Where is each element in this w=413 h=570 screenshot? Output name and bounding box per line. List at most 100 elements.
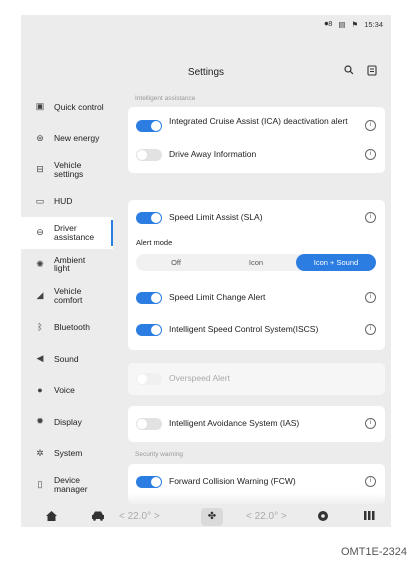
apps-icon[interactable] xyxy=(364,510,376,524)
document-icon[interactable] xyxy=(367,65,377,79)
speaker-icon: ◀ xyxy=(36,353,44,364)
card-overspeed: Overspeed Alert xyxy=(128,363,385,395)
info-icon[interactable]: i xyxy=(365,212,376,223)
sidebar-item-label: Bluetooth xyxy=(54,322,90,332)
speed-change-row: Speed Limit Change Alert i xyxy=(128,288,385,308)
sidebar-item-label: Device manager xyxy=(54,475,88,494)
sidebar: ▣ Quick control ⊛ New energy ⊟ Vehicle s… xyxy=(21,91,113,501)
info-icon[interactable]: i xyxy=(365,476,376,487)
sidebar-item-label: System xyxy=(54,448,83,458)
overspeed-row: Overspeed Alert xyxy=(128,369,385,389)
alert-mode-icon-sound[interactable]: Icon + Sound xyxy=(296,254,376,271)
info-icon[interactable]: i xyxy=(365,120,376,131)
info-icon[interactable]: i xyxy=(365,418,376,429)
signal-indicator: ⏺8 xyxy=(324,19,333,28)
sidebar-item-label: HUD xyxy=(54,196,73,206)
ambient-light-icon: ✺ xyxy=(36,258,44,269)
section-title-security-warning: Security warning xyxy=(135,451,184,458)
hud-icon: ▭ xyxy=(35,195,45,206)
scroll-fade xyxy=(128,493,385,507)
info-icon[interactable]: i xyxy=(365,149,376,160)
brightness-icon: ✹ xyxy=(36,416,44,427)
search-icon[interactable] xyxy=(344,65,354,78)
info-icon[interactable]: i xyxy=(365,324,376,335)
drive-away-row: Drive Away Information i xyxy=(128,145,385,165)
sla-toggle[interactable] xyxy=(136,212,162,224)
iscs-toggle[interactable] xyxy=(136,324,162,336)
sla-label: Speed Limit Assist (SLA) xyxy=(169,212,263,222)
left-temperature-control[interactable]: < 22.0° > xyxy=(119,511,160,522)
sidebar-item-vehicle-comfort[interactable]: ◢ Vehicle comfort xyxy=(21,280,113,312)
sidebar-item-label: Sound xyxy=(54,353,79,364)
sidebar-item-label: Display xyxy=(54,416,82,427)
header: Settings xyxy=(21,61,391,81)
sidebar-item-bluetooth[interactable]: ᛒ Bluetooth xyxy=(21,312,113,344)
ica-toggle[interactable] xyxy=(136,120,162,132)
ias-label: Intelligent Avoidance System (IAS) xyxy=(169,418,300,428)
sidebar-item-label: Vehicle settings xyxy=(54,160,84,179)
sidebar-item-device-manager[interactable]: ▯ Device manager xyxy=(21,469,113,501)
sidebar-item-vehicle-settings[interactable]: ⊟ Vehicle settings xyxy=(21,154,113,186)
card-sla: Speed Limit Assist (SLA) i Alert mode Of… xyxy=(128,200,385,350)
right-temperature-control[interactable]: < 22.0° > xyxy=(246,511,287,522)
device-icon: ▯ xyxy=(37,479,43,490)
alert-mode-icon[interactable]: Icon xyxy=(216,254,296,271)
section-title-intelligent-assistance: Intelligent assistance xyxy=(135,95,196,102)
fcw-row: Forward Collision Warning (FCW) i xyxy=(128,472,385,492)
gear-icon: ✲ xyxy=(36,447,44,458)
battery-icon: ▤ xyxy=(338,19,346,29)
overspeed-label: Overspeed Alert xyxy=(169,373,230,383)
quick-control-icon: ▣ xyxy=(35,101,45,112)
steering-wheel-icon: ⊖ xyxy=(36,227,44,238)
page-title: Settings xyxy=(187,67,225,78)
sidebar-item-label: Ambient light xyxy=(54,254,86,274)
iscs-row: Intelligent Speed Control System(ISCS) i xyxy=(128,320,385,340)
fan-icon[interactable]: ✤ xyxy=(201,508,223,526)
sidebar-item-driver-assistance[interactable]: ⊖ Driver assistance xyxy=(21,217,113,249)
sidebar-item-display[interactable]: ✹ Display xyxy=(21,406,113,438)
ias-toggle[interactable] xyxy=(136,418,162,430)
ica-row: Integrated Cruise Assist (ICA) deactivat… xyxy=(128,115,385,137)
sidebar-item-new-energy[interactable]: ⊛ New energy xyxy=(21,123,113,155)
sidebar-item-quick-control[interactable]: ▣ Quick control xyxy=(21,91,113,123)
iscs-label: Intelligent Speed Control System(ISCS) xyxy=(169,324,319,334)
sidebar-item-sound[interactable]: ◀ Sound xyxy=(21,343,113,375)
info-icon[interactable]: i xyxy=(365,292,376,303)
drive-away-label: Drive Away Information xyxy=(169,149,257,159)
fcw-toggle[interactable] xyxy=(136,476,162,488)
overspeed-toggle xyxy=(136,373,162,385)
home-icon[interactable] xyxy=(45,510,58,525)
speed-change-toggle[interactable] xyxy=(136,292,162,304)
sla-row: Speed Limit Assist (SLA) i xyxy=(128,208,385,228)
sidebar-item-label: Quick control xyxy=(54,101,104,112)
sidebar-item-label: Voice xyxy=(54,385,75,395)
status-bar: ⏺8 ▤ ⚑ 15:34 xyxy=(324,19,383,29)
sidebar-item-system[interactable]: ✲ System xyxy=(21,438,113,470)
settings-screen: ⏺8 ▤ ⚑ 15:34 Settings ▣ Quick control ⊛ … xyxy=(21,15,391,527)
card-ias: Intelligent Avoidance System (IAS) i xyxy=(128,406,385,442)
speed-change-label: Speed Limit Change Alert xyxy=(169,292,266,302)
sidebar-item-voice[interactable]: ● Voice xyxy=(21,375,113,407)
new-energy-icon: ⊛ xyxy=(36,132,44,143)
sidebar-item-label: Vehicle comfort xyxy=(54,286,83,305)
bottom-bar: < 22.0° > ✤ < 22.0° > xyxy=(21,507,391,527)
car-icon[interactable] xyxy=(91,510,105,524)
card-ica: Integrated Cruise Assist (ICA) deactivat… xyxy=(128,107,385,173)
car-icon: ⊟ xyxy=(36,164,44,175)
media-icon[interactable] xyxy=(317,510,329,525)
sidebar-item-hud[interactable]: ▭ HUD xyxy=(21,186,113,218)
drive-away-toggle[interactable] xyxy=(136,149,162,161)
sidebar-item-ambient-light[interactable]: ✺ Ambient light xyxy=(21,249,113,281)
alert-mode-selector: Off Icon Icon + Sound xyxy=(136,254,376,271)
seat-icon: ◢ xyxy=(36,290,44,301)
ica-label: Integrated Cruise Assist (ICA) deactivat… xyxy=(169,116,348,126)
sidebar-item-label: New energy xyxy=(54,133,100,143)
clock: 15:34 xyxy=(364,19,383,29)
alert-mode-label: Alert mode xyxy=(136,238,173,247)
bluetooth-icon: ᛒ xyxy=(37,322,43,333)
sidebar-item-label: Driver assistance xyxy=(54,223,95,242)
figure-caption: OMT1E-2324 xyxy=(340,546,407,558)
fcw-label: Forward Collision Warning (FCW) xyxy=(169,476,296,486)
alert-mode-off[interactable]: Off xyxy=(136,254,216,271)
ias-row: Intelligent Avoidance System (IAS) i xyxy=(128,414,385,434)
